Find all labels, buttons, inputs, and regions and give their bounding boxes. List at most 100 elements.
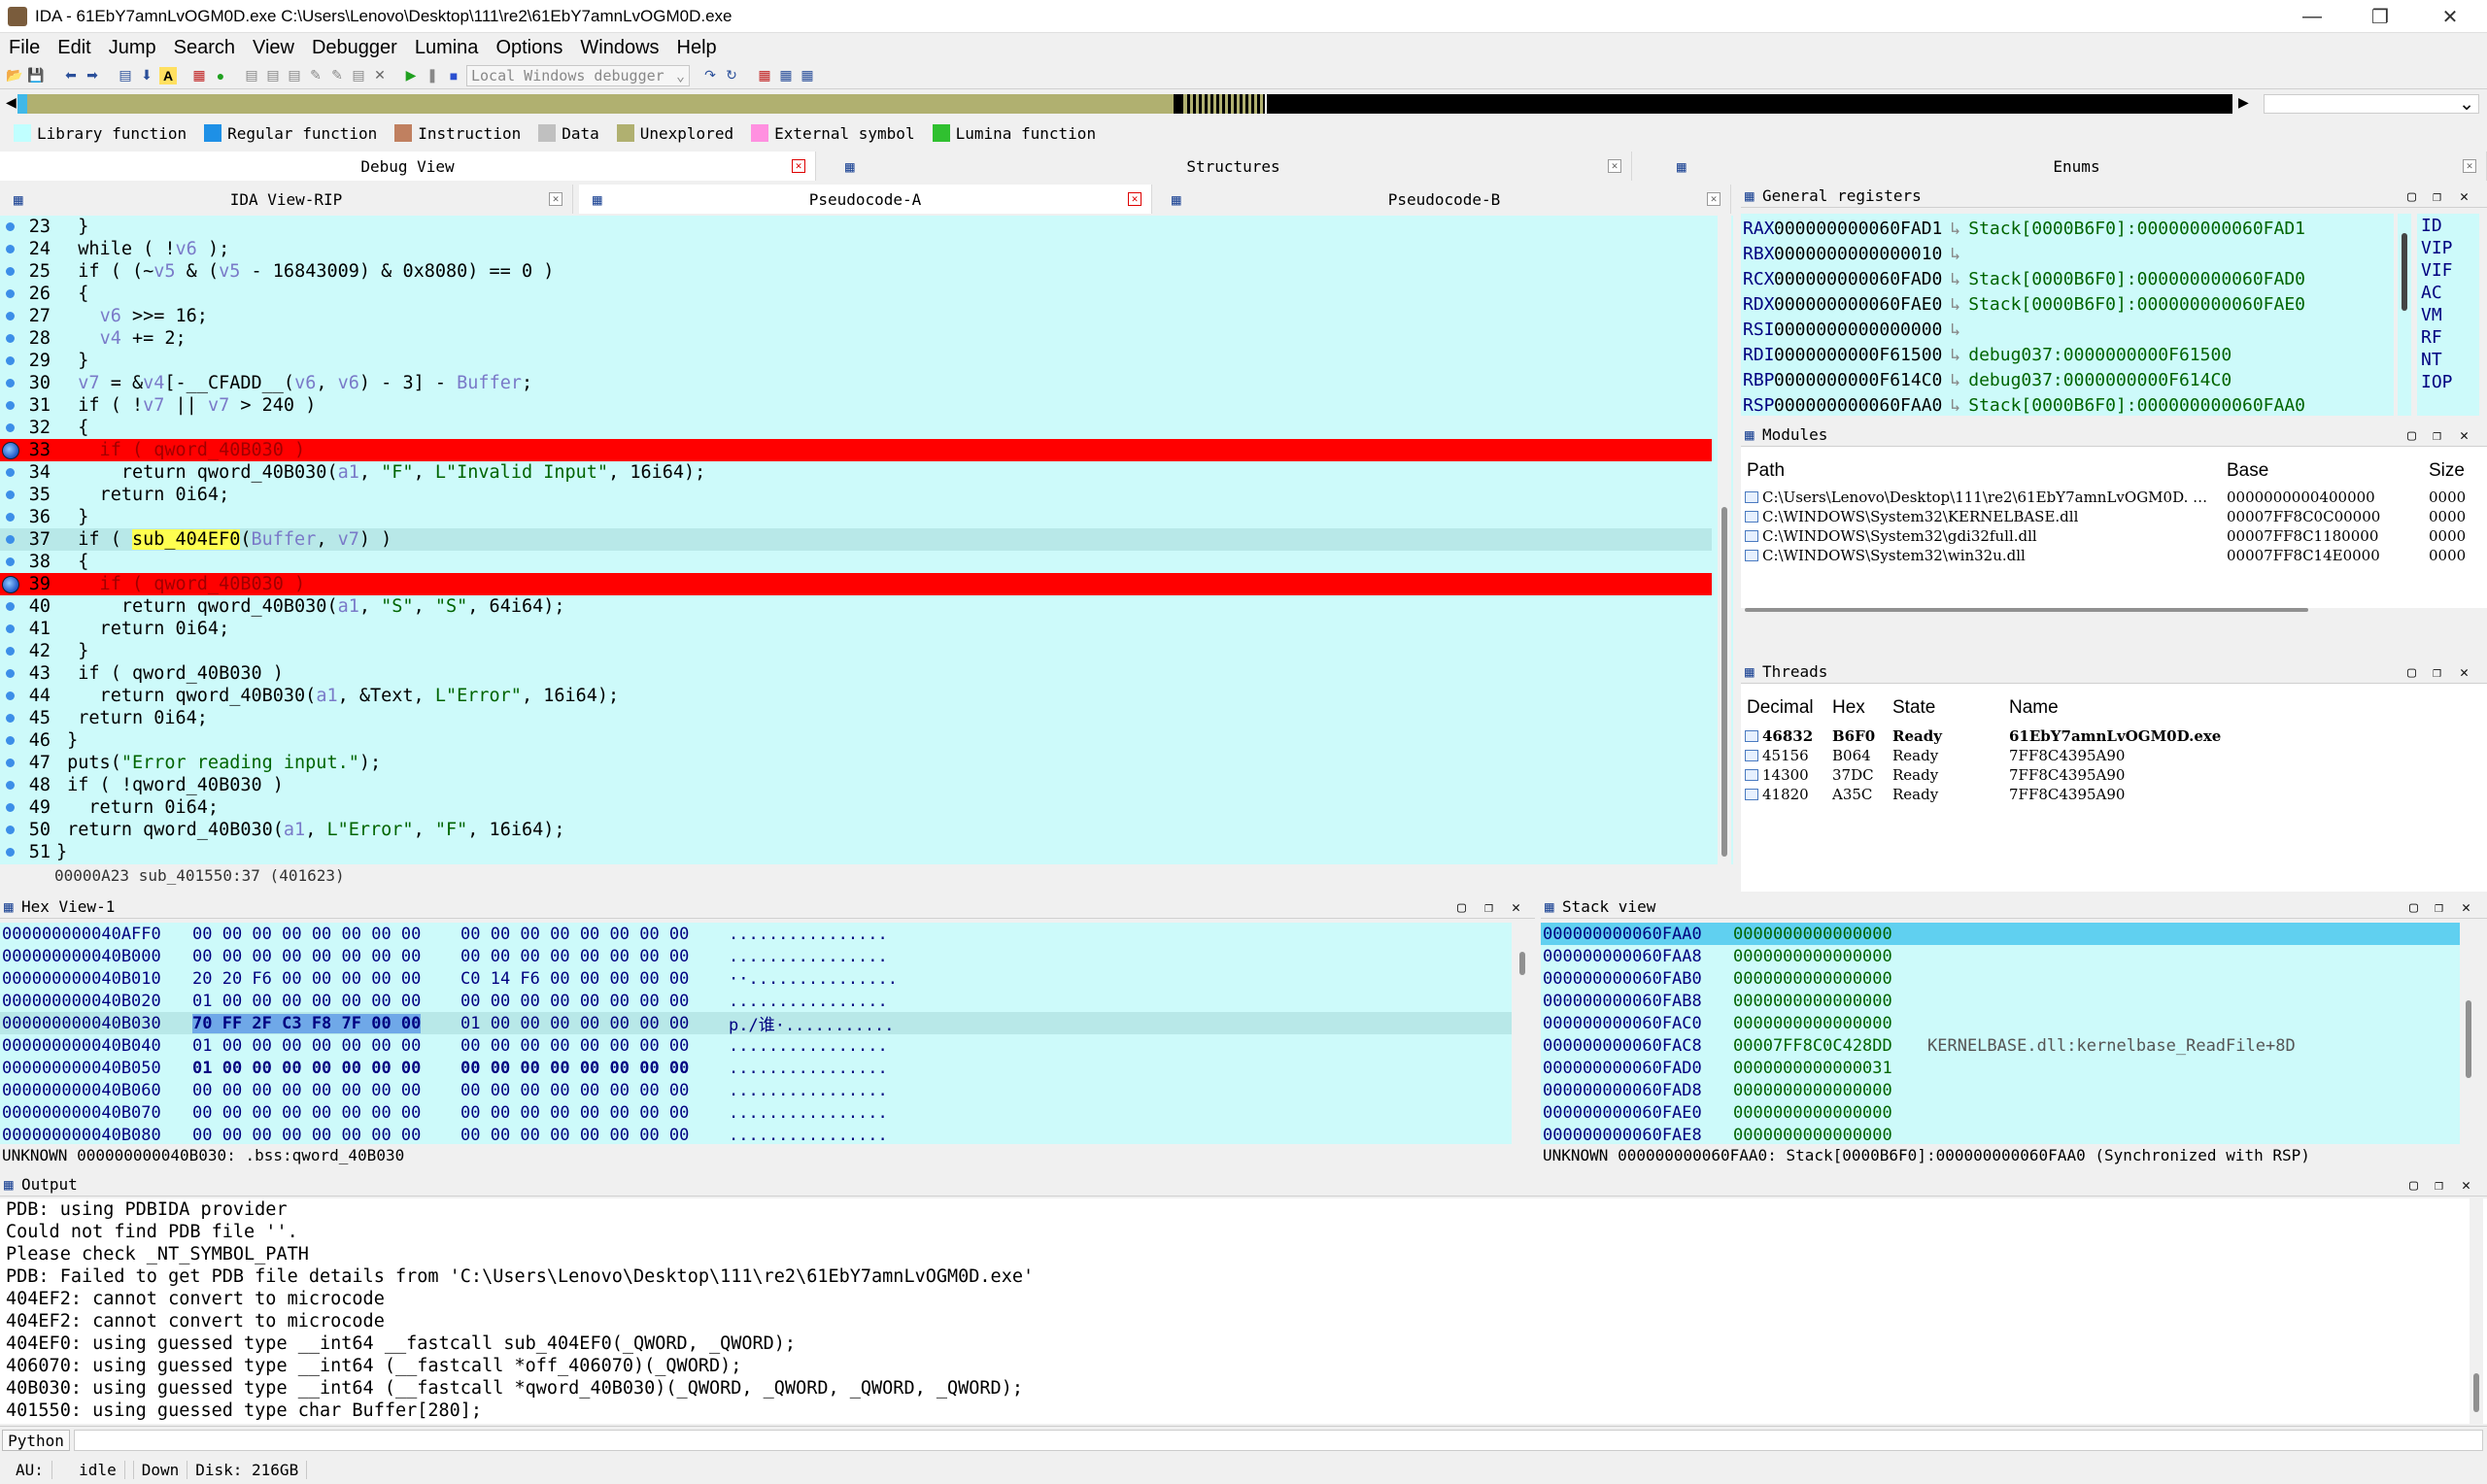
code-line[interactable]: 45 return 0i64; — [0, 707, 1712, 729]
column-header-base[interactable]: Base — [2227, 460, 2268, 482]
register-value[interactable]: 000000000060FAE0 — [1774, 294, 1942, 315]
stack-row[interactable]: 000000000060FAD0 0000000000000031 — [1541, 1057, 2460, 1079]
hex-row[interactable]: 000000000040B010 20 20 F6 00 00 00 00 00 C… — [0, 967, 1512, 990]
thread-row[interactable]: 41820 A35C Ready 7FF8C4395A90 — [1741, 785, 2125, 804]
modules-table[interactable]: Path Base Size C:\Users\Lenovo\Desktop\1… — [1741, 447, 2487, 612]
hex-bytes-high[interactable]: 00 00 00 00 00 00 00 00 — [460, 1103, 689, 1123]
stack-row[interactable]: 000000000060FAE0 0000000000000000 — [1541, 1101, 2460, 1124]
register-value[interactable]: 0000000000F61500 — [1774, 345, 1942, 365]
close-icon[interactable]: ✕ — [1512, 898, 1520, 916]
stack-value[interactable]: 0000000000000000 — [1733, 1081, 1892, 1100]
menu-options[interactable]: Options — [487, 37, 571, 59]
stack-value[interactable]: 0000000000000000 — [1733, 947, 1892, 966]
tool-icon-5[interactable]: ✎ — [328, 67, 346, 84]
stack-row[interactable]: 000000000060FAB8 0000000000000000 — [1541, 990, 2460, 1012]
threads-table[interactable]: Decimal Hex State Name 46832 B6F0 Ready 61E… — [1741, 684, 2487, 892]
close-icon[interactable]: ✕ — [1707, 192, 1720, 206]
thread-row[interactable]: 45156 B064 Ready 7FF8C4395A90 — [1741, 746, 2125, 765]
line-dot-icon[interactable] — [6, 826, 15, 834]
line-dot-icon[interactable] — [6, 401, 15, 410]
code-line[interactable]: 41 return 0i64; — [0, 618, 1712, 640]
hex-bytes-high[interactable]: 00 00 00 00 00 00 00 00 — [460, 947, 689, 966]
pseudocode-scrollbar[interactable] — [1718, 216, 1731, 864]
line-dot-icon[interactable] — [6, 848, 15, 857]
stack-row[interactable]: 000000000060FAB0 0000000000000000 — [1541, 967, 2460, 990]
step-over-icon[interactable]: ↻ — [723, 67, 740, 84]
close-icon[interactable]: ✕ — [2460, 187, 2469, 205]
register-value[interactable]: 0000000000000010 — [1774, 244, 1942, 264]
registers-scrollbar[interactable] — [2398, 214, 2411, 416]
hex-bytes-high[interactable]: 00 00 00 00 00 00 00 00 — [460, 1081, 689, 1100]
stackview-scrollbar[interactable] — [2462, 923, 2475, 1144]
menu-help[interactable]: Help — [668, 37, 726, 59]
close-icon[interactable]: ✕ — [792, 159, 805, 173]
close-icon[interactable]: ✕ — [1128, 192, 1141, 206]
maximize-icon[interactable]: ▢ — [2409, 898, 2418, 916]
hex-bytes-high[interactable]: 00 00 00 00 00 00 00 00 — [460, 1126, 689, 1145]
hex-bytes-low[interactable]: 70 FF 2F C3 F8 7F 00 00 — [192, 1013, 422, 1033]
stackview-content[interactable]: 000000000060FAA0 0000000000000000 00000000… — [1541, 923, 2460, 1144]
hex-bytes-low[interactable]: 00 00 00 00 00 00 00 00 — [192, 1103, 421, 1123]
register-row[interactable]: RAX 000000000060FAD1 ↳ Stack[0000B6F0]:0000… — [1741, 216, 2305, 241]
watch-icon[interactable]: ▦ — [777, 67, 795, 84]
hex-bytes-high[interactable]: C0 14 F6 00 00 00 00 00 — [460, 969, 689, 989]
code-line[interactable]: 28 v4 += 2; — [0, 327, 1712, 350]
hexview-scrollbar[interactable] — [1516, 923, 1529, 1144]
tool-icon-2[interactable]: ▤ — [264, 67, 282, 84]
tool-icon-6[interactable]: ▤ — [350, 67, 367, 84]
menu-edit[interactable]: Edit — [49, 37, 99, 59]
stack-value[interactable]: 0000000000000031 — [1733, 1059, 1892, 1078]
module-row[interactable]: C:\Users\Lenovo\Desktop\111\re2\61EbY7am… — [1741, 488, 2466, 507]
python-input[interactable] — [74, 1430, 2483, 1451]
close-icon[interactable]: ✕ — [2462, 898, 2470, 916]
menu-search[interactable]: Search — [165, 37, 244, 59]
text-icon[interactable]: A — [159, 66, 177, 84]
code-line[interactable]: 33 if ( qword_40B030 ) — [0, 439, 1712, 461]
menu-file[interactable]: File — [0, 37, 49, 59]
register-value[interactable]: 000000000060FAD1 — [1774, 219, 1942, 239]
cancel-icon[interactable]: ✕ — [371, 67, 389, 84]
hex-row[interactable]: 000000000040B060 00 00 00 00 00 00 00 00 0… — [0, 1079, 1512, 1101]
code-line[interactable]: 39 if ( qword_40B030 ) — [0, 573, 1712, 595]
register-value[interactable]: 0000000000F614C0 — [1774, 370, 1942, 390]
hexview-content[interactable]: 000000000040AFF0 00 00 00 00 00 00 00 00 0… — [0, 923, 1512, 1144]
stack-row[interactable]: 000000000060FAA0 0000000000000000 — [1541, 923, 2460, 945]
register-value[interactable]: 0000000000000000 — [1774, 320, 1942, 340]
jump-down-icon[interactable]: ⬇ — [138, 67, 155, 84]
back-icon[interactable]: ⬅ — [62, 67, 80, 84]
hex-bytes-high[interactable]: 00 00 00 00 00 00 00 00 — [460, 1059, 689, 1078]
line-dot-icon[interactable] — [6, 535, 15, 544]
line-dot-icon[interactable] — [6, 691, 15, 700]
float-icon[interactable]: ❐ — [2433, 426, 2441, 444]
column-header-name[interactable]: Name — [2009, 697, 2059, 719]
code-line[interactable]: 49 return 0i64; — [0, 796, 1712, 819]
line-dot-icon[interactable] — [6, 736, 15, 745]
restore-button[interactable]: ❐ — [2351, 0, 2409, 33]
line-dot-icon[interactable] — [6, 490, 15, 499]
line-dot-icon[interactable] — [6, 379, 15, 388]
stack-value[interactable]: 00007FF8C0C428DD — [1733, 1036, 1892, 1056]
tab-structures[interactable]: ▦ Structures ✕ — [835, 152, 1632, 181]
hex-row[interactable]: 000000000040B040 01 00 00 00 00 00 00 00 0… — [0, 1034, 1512, 1057]
code-line[interactable]: 29 } — [0, 350, 1712, 372]
hex-row[interactable]: 000000000040B030 70 FF 2F C3 F8 7F 00 00 0… — [0, 1012, 1512, 1035]
hex-row[interactable]: 000000000040B020 01 00 00 00 00 00 00 00 0… — [0, 990, 1512, 1012]
tool-icon-1[interactable]: ▤ — [243, 67, 260, 84]
hex-row[interactable]: 000000000040B080 00 00 00 00 00 00 00 00 0… — [0, 1124, 1512, 1145]
line-dot-icon[interactable] — [6, 759, 15, 767]
register-row[interactable]: RSP 000000000060FAA0 ↳ Stack[0000B6F0]:0000… — [1741, 392, 2305, 418]
hex-bytes-high[interactable]: 00 00 00 00 00 00 00 00 — [460, 1036, 689, 1056]
menu-debugger[interactable]: Debugger — [303, 37, 406, 59]
float-icon[interactable]: ❐ — [2433, 187, 2441, 205]
column-header-state[interactable]: State — [1892, 697, 1935, 719]
code-line[interactable]: 46 } — [0, 729, 1712, 752]
nav-dropdown[interactable]: ⌄ — [2264, 94, 2479, 115]
code-line[interactable]: 31 if ( !v7 || v7 > 240 ) — [0, 394, 1712, 417]
module-row[interactable]: C:\WINDOWS\System32\KERNELBASE.dll 00007F… — [1741, 507, 2466, 526]
line-dot-icon[interactable] — [6, 803, 15, 812]
menu-view[interactable]: View — [244, 37, 303, 59]
code-line[interactable]: 24 while ( !v6 ); — [0, 238, 1712, 260]
float-icon[interactable]: ❐ — [2435, 898, 2443, 916]
stack-row[interactable]: 000000000060FAC8 00007FF8C0C428DD KERNELBA… — [1541, 1034, 2460, 1057]
green-dot-icon[interactable]: ● — [212, 67, 229, 84]
